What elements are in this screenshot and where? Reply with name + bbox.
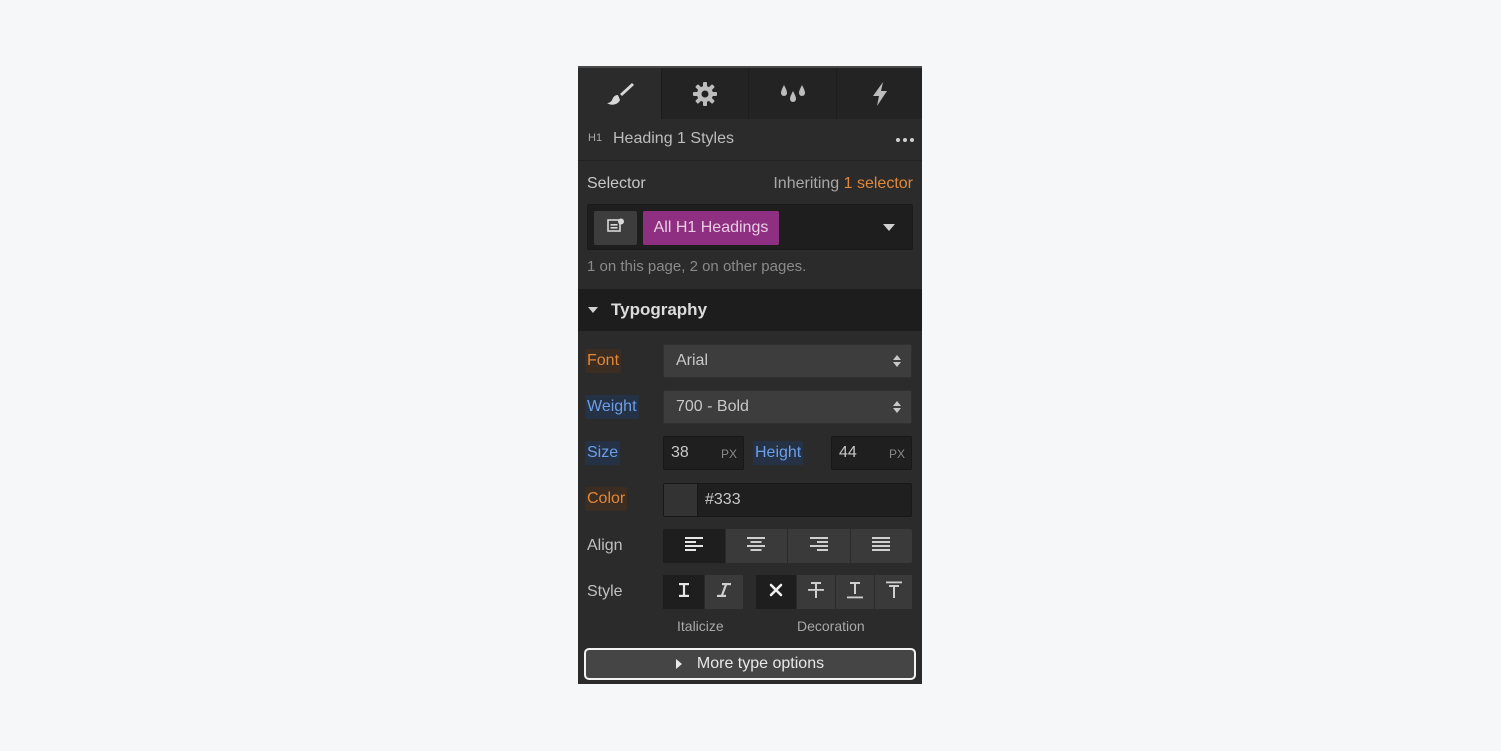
weight-value: 700 - Bold [676,398,749,415]
element-state-icon [606,218,625,239]
element-title: Heading 1 Styles [613,130,734,147]
tab-style-manager[interactable] [749,68,837,119]
align-justify-button[interactable] [850,529,912,563]
italicize-caption: Italicize [677,618,724,634]
align-justify-icon [872,536,891,556]
typography-section-header[interactable]: Typography [578,289,922,331]
tab-interactions[interactable] [837,68,922,119]
align-left-button[interactable] [663,529,726,563]
lightning-icon [870,81,890,107]
close-icon [769,583,783,602]
tab-settings[interactable] [662,68,749,119]
font-select[interactable]: Arial [663,344,912,378]
panel-tabs [578,68,922,119]
size-input[interactable]: 38 PX [663,436,744,470]
inheriting-prefix: Inheriting [773,175,840,192]
height-label[interactable]: Height [753,441,804,465]
color-input[interactable]: #333 [663,483,912,517]
section-title: Typography [611,300,708,319]
element-header: H1 Heading 1 Styles [578,119,922,161]
align-left-icon [684,536,703,556]
selector-state-button[interactable] [594,211,637,245]
size-value: 38 [671,444,689,461]
line-height-input[interactable]: 44 PX [831,436,912,470]
italic-text-icon [716,582,732,603]
color-label[interactable]: Color [585,487,628,511]
size-label[interactable]: Size [585,441,621,465]
align-buttons [663,529,912,563]
overline-icon [885,581,903,604]
regular-style-button[interactable] [663,575,704,609]
weight-label[interactable]: Weight [585,395,639,419]
align-center-icon [747,536,766,556]
italic-style-button[interactable] [704,575,743,609]
more-type-options-button[interactable]: More type options [584,648,916,680]
strikethrough-icon [807,581,825,604]
decoration-caption: Decoration [797,618,865,634]
height-unit[interactable]: PX [889,447,905,461]
inheriting-count-link[interactable]: 1 selector [844,175,913,192]
gear-icon [692,81,718,107]
align-center-button[interactable] [725,529,788,563]
color-swatch[interactable] [664,484,698,516]
decoration-none-button[interactable] [756,575,796,609]
more-type-options-label: More type options [696,655,825,672]
tab-style[interactable] [578,68,662,119]
size-unit[interactable]: PX [721,447,737,461]
underline-button[interactable] [835,575,874,609]
align-label: Align [587,537,623,554]
selector-chip[interactable]: All H1 Headings [643,211,779,245]
drops-icon [779,82,807,106]
color-value: #333 [705,491,741,508]
weight-select[interactable]: 700 - Bold [663,390,912,424]
select-arrows-icon [893,355,901,367]
element-tag: H1 [588,132,603,144]
style-label: Style [587,583,623,600]
font-label[interactable]: Font [585,349,622,373]
underline-icon [846,581,864,604]
regular-text-icon [677,582,691,603]
align-right-icon [809,536,828,556]
style-panel: H1 Heading 1 Styles Selector Inheriting … [578,66,922,684]
expand-triangle-icon [675,659,682,669]
align-right-button[interactable] [788,529,851,563]
more-options-icon[interactable] [896,138,914,142]
selector-field[interactable]: All H1 Headings [587,204,913,250]
strikethrough-button[interactable] [796,575,835,609]
collapse-triangle-icon [588,307,598,313]
selector-usage-text: 1 on this page, 2 on other pages. [587,258,807,275]
inheriting-info: Inheriting 1 selector [773,175,913,193]
select-arrows-icon [893,401,901,413]
chevron-down-icon[interactable] [883,224,895,231]
selector-label: Selector [587,175,646,192]
paintbrush-icon [605,81,635,107]
font-value: Arial [676,352,709,369]
height-value: 44 [839,444,857,461]
overline-button[interactable] [874,575,912,609]
